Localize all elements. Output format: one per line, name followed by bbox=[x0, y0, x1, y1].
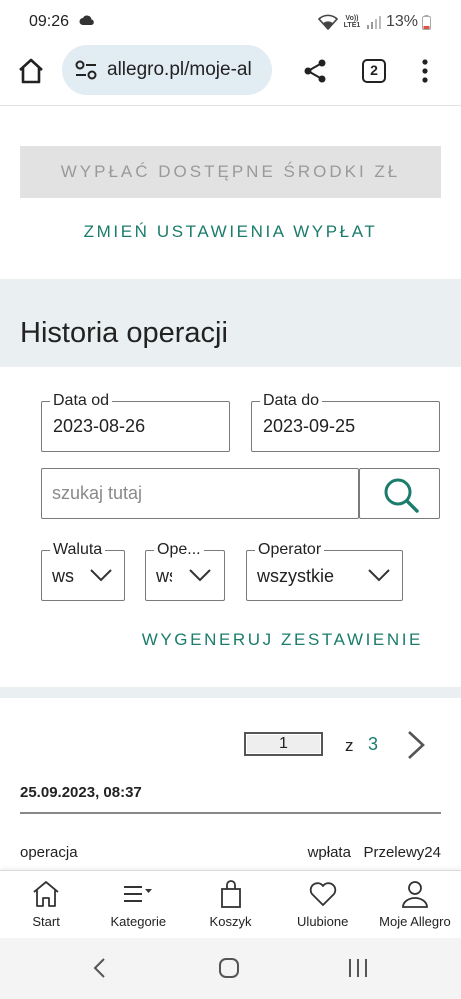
operation-select-label: Ope... bbox=[154, 540, 204, 560]
currency-select-value: ws bbox=[52, 566, 74, 586]
heart-icon bbox=[309, 882, 336, 906]
operator-select-label: Operator bbox=[255, 540, 325, 560]
more-options-icon[interactable] bbox=[416, 58, 434, 84]
home-icon bbox=[33, 881, 59, 907]
tab-switcher-button[interactable]: 2 bbox=[362, 59, 386, 83]
menu-icon bbox=[124, 886, 153, 902]
operator-select[interactable]: Operator wszystkie bbox=[246, 540, 403, 601]
nav-item-start[interactable]: Start bbox=[0, 871, 92, 938]
address-bar[interactable]: allegro.pl/moje-al bbox=[62, 45, 272, 95]
wifi-icon bbox=[317, 14, 338, 30]
last-page-link[interactable]: 3 bbox=[368, 734, 378, 755]
operation-datetime: 25.09.2023, 08:37 bbox=[20, 784, 142, 801]
withdraw-funds-button[interactable]: WYPŁAĆ DOSTĘPNE ŚRODKI ZŁ bbox=[20, 146, 441, 198]
operation-value: wpłata Przelewy24 bbox=[308, 844, 441, 861]
date-from-value: 2023-08-26 bbox=[53, 416, 146, 436]
status-time: 09:26 bbox=[29, 13, 70, 30]
date-from-label: Data od bbox=[50, 391, 113, 411]
volte-indicator: Vo)) LTE1 bbox=[343, 15, 361, 29]
nav-item-my-allegro[interactable]: Moje Allegro bbox=[369, 871, 461, 938]
operation-operator: Przelewy24 bbox=[363, 844, 441, 861]
back-icon[interactable] bbox=[92, 957, 108, 979]
date-to-value: 2023-09-25 bbox=[263, 416, 356, 436]
generate-statement-link[interactable]: WYGENERUJ ZESTAWIENIE bbox=[0, 630, 423, 650]
status-bar: 09:26 Vo)) LTE1 13% bbox=[0, 0, 461, 44]
nav-item-categories[interactable]: Kategorie bbox=[92, 871, 184, 938]
date-to-field[interactable]: Data do 2023-09-25 bbox=[251, 391, 440, 452]
page-title: Historia operacji bbox=[20, 317, 228, 349]
operator-select-value: wszystkie bbox=[257, 566, 335, 586]
recent-apps-icon[interactable] bbox=[347, 957, 369, 979]
operation-select[interactable]: Ope... ws bbox=[145, 540, 225, 601]
search-input[interactable] bbox=[41, 468, 359, 519]
date-to-label: Data do bbox=[260, 391, 323, 411]
nav-label: Moje Allegro bbox=[379, 914, 451, 929]
url-text: allegro.pl/moje-al bbox=[107, 59, 252, 80]
system-navigation-bar bbox=[0, 938, 461, 999]
chevron-down-icon bbox=[189, 569, 211, 582]
nav-label: Koszyk bbox=[209, 914, 252, 929]
battery-icon bbox=[422, 14, 431, 30]
currency-select-label: Waluta bbox=[50, 540, 106, 560]
operation-label: operacja bbox=[20, 844, 78, 861]
page-of-label: z bbox=[345, 736, 354, 755]
browser-toolbar: allegro.pl/moje-al 2 bbox=[0, 44, 461, 106]
chevron-down-icon bbox=[90, 569, 112, 582]
user-icon bbox=[402, 881, 428, 908]
home-icon[interactable] bbox=[16, 56, 46, 86]
battery-percent: 13% bbox=[385, 13, 418, 30]
status-icons: Vo)) LTE1 13% bbox=[317, 13, 431, 31]
bottom-navigation: Start Kategorie Koszyk Ulubione Moje All… bbox=[0, 870, 461, 938]
page-number-input[interactable]: 1 bbox=[244, 732, 323, 756]
nav-item-favorites[interactable]: Ulubione bbox=[277, 871, 369, 938]
chevron-right-icon[interactable] bbox=[404, 729, 428, 761]
currency-select[interactable]: Waluta ws bbox=[41, 540, 125, 601]
divider bbox=[20, 812, 441, 814]
chevron-down-icon bbox=[368, 569, 390, 582]
share-icon[interactable] bbox=[302, 58, 328, 84]
date-from-field[interactable]: Data od 2023-08-26 bbox=[41, 391, 230, 452]
site-settings-icon[interactable] bbox=[74, 58, 98, 82]
operation-select-value: ws bbox=[156, 566, 172, 586]
change-payout-settings-link[interactable]: ZMIEŃ USTAWIENIA WYPŁAT bbox=[0, 222, 461, 242]
nav-item-cart[interactable]: Koszyk bbox=[184, 871, 276, 938]
bag-icon bbox=[220, 880, 241, 908]
search-button[interactable] bbox=[359, 468, 440, 519]
section-divider bbox=[0, 687, 461, 698]
cloud-icon bbox=[79, 15, 94, 25]
nav-label: Kategorie bbox=[110, 914, 167, 929]
nav-label: Start bbox=[32, 914, 60, 929]
nav-label: Ulubione bbox=[297, 914, 349, 929]
search-icon bbox=[384, 478, 419, 513]
home-circle-icon[interactable] bbox=[218, 957, 240, 979]
operation-type: wpłata bbox=[307, 844, 351, 861]
signal-icon bbox=[366, 16, 381, 29]
